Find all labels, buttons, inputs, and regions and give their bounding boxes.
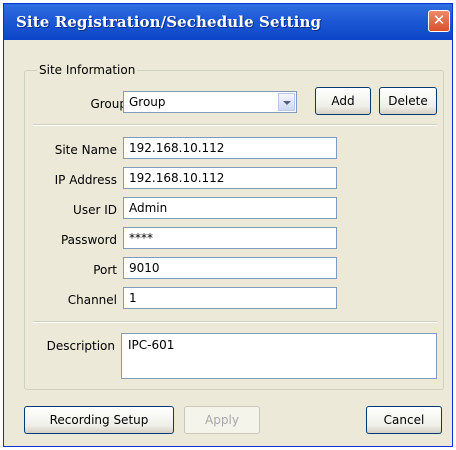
group-label: Group bbox=[90, 97, 127, 111]
window-title: Site Registration/Sechedule Setting bbox=[16, 13, 322, 31]
ip-address-field[interactable]: 192.168.10.112 bbox=[123, 167, 337, 189]
port-field[interactable]: 9010 bbox=[123, 257, 337, 279]
description-label: Description bbox=[46, 339, 115, 353]
password-field[interactable]: **** bbox=[123, 227, 337, 249]
channel-field[interactable]: 1 bbox=[123, 287, 337, 309]
password-label: Password bbox=[60, 233, 117, 247]
apply-button[interactable]: Apply bbox=[184, 406, 260, 434]
recording-setup-button[interactable]: Recording Setup bbox=[24, 406, 174, 434]
user-id-label: User ID bbox=[73, 203, 117, 217]
site-name-field[interactable]: 192.168.10.112 bbox=[123, 137, 337, 159]
port-label: Port bbox=[93, 263, 117, 277]
group-select[interactable]: Group bbox=[123, 91, 297, 113]
site-information-group: Site Information Group Group Add Delete … bbox=[24, 63, 444, 390]
group-select-value: Group bbox=[129, 95, 166, 109]
channel-label: Channel bbox=[67, 293, 117, 307]
description-field[interactable]: IPC-601 bbox=[121, 333, 437, 379]
user-id-field[interactable]: Admin bbox=[123, 197, 337, 219]
add-button[interactable]: Add bbox=[315, 87, 371, 115]
separator bbox=[33, 321, 437, 323]
site-name-label: Site Name bbox=[54, 143, 117, 157]
title-bar[interactable]: Site Registration/Sechedule Setting ✕ bbox=[4, 4, 452, 40]
close-button[interactable]: ✕ bbox=[428, 10, 450, 32]
ip-address-label: IP Address bbox=[54, 173, 117, 187]
delete-button[interactable]: Delete bbox=[379, 87, 437, 115]
cancel-button[interactable]: Cancel bbox=[366, 406, 442, 434]
separator bbox=[33, 124, 437, 126]
close-icon: ✕ bbox=[432, 11, 446, 29]
chevron-down-icon[interactable] bbox=[278, 93, 295, 111]
site-information-legend: Site Information bbox=[37, 63, 138, 77]
dialog-window: Site Registration/Sechedule Setting ✕ Si… bbox=[3, 3, 453, 447]
